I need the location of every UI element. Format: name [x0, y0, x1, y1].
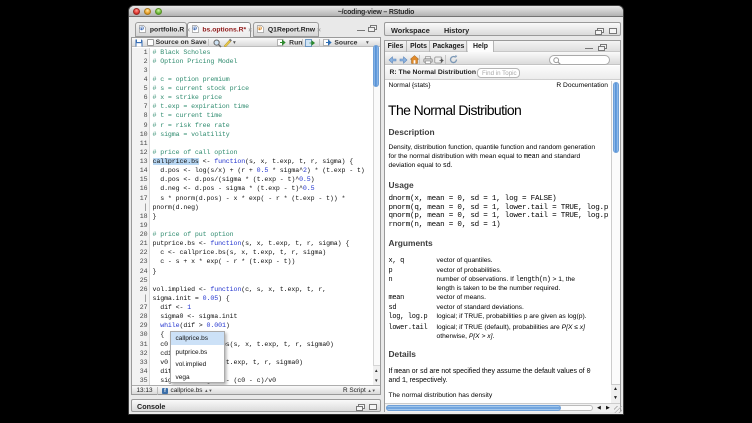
svg-text:R: R: [193, 26, 196, 31]
svg-text:R: R: [140, 26, 143, 31]
svg-text:R: R: [258, 26, 261, 31]
